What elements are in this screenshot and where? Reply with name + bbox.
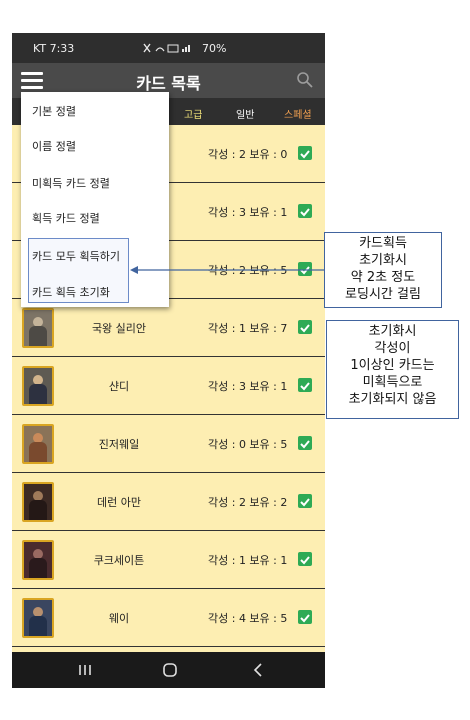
card-portrait xyxy=(22,540,54,580)
card-name: 진저웨일 xyxy=(98,438,140,451)
card-stat: 각성 : 4 보유 : 5 xyxy=(208,612,288,625)
callout-line: 카드획득 xyxy=(359,236,407,251)
card-name: 쿠크세이튼 xyxy=(93,554,145,567)
callout-line: 각성이 xyxy=(374,341,411,356)
checkbox-checked-icon[interactable] xyxy=(298,436,312,450)
checkbox-checked-icon[interactable] xyxy=(298,204,312,218)
status-icons xyxy=(142,42,194,57)
card-stat: 각성 : 3 보유 : 1 xyxy=(208,206,288,219)
checkbox-checked-icon[interactable] xyxy=(298,552,312,566)
card-row[interactable]: 웨이 각성 : 4 보유 : 5 xyxy=(12,589,325,647)
card-stat: 각성 : 0 보유 : 5 xyxy=(208,438,288,451)
callout-line: 초기화시 xyxy=(368,324,417,339)
card-name: 샨디 xyxy=(108,380,130,393)
callout-line: 미획득으로 xyxy=(362,375,423,390)
phone-screen: KT 7:33 70% 카드 목록 고급 일반 스페셜 각성: 2 보유: … xyxy=(12,33,325,688)
menu-item-default-sort[interactable]: 기본 정렬 xyxy=(32,103,76,119)
checkbox-checked-icon[interactable] xyxy=(298,610,312,624)
card-portrait xyxy=(22,366,54,406)
card-name: 데런 아만 xyxy=(97,496,141,509)
tab-normal[interactable]: 일반 xyxy=(236,106,254,121)
card-portrait xyxy=(22,424,54,464)
menu-item-reset-acquisition[interactable]: 카드 획득 초기화 xyxy=(32,284,110,300)
annotation-arrow xyxy=(130,266,328,274)
card-stat: 각성 : 3 보유 : 1 xyxy=(208,380,288,393)
callout-line: 약 2초 정도 xyxy=(350,270,416,285)
card-row[interactable]: 쿠크세이튼 각성 : 1 보유 : 1 xyxy=(12,531,325,589)
card-stat: 각성 : 1 보유 : 1 xyxy=(208,554,288,567)
annotation-callout-loading: 카드획득 초기화시 약 2초 정도 로딩시간 걸림 xyxy=(324,232,442,308)
tab-advanced[interactable]: 고급 xyxy=(184,106,202,121)
card-portrait xyxy=(22,482,54,522)
card-row[interactable]: 샨디 각성 : 3 보유 : 1 xyxy=(12,357,325,415)
checkbox-checked-icon[interactable] xyxy=(298,494,312,508)
recent-apps-icon[interactable] xyxy=(75,660,95,680)
callout-line: 로딩시간 걸림 xyxy=(345,287,421,302)
card-stat: 각성 : 1 보유 : 7 xyxy=(208,322,288,335)
system-nav-bar xyxy=(12,652,325,688)
card-row[interactable]: 국왕 실리안 각성 : 1 보유 : 7 xyxy=(12,299,325,357)
menu-item-acquired-sort[interactable]: 획득 카드 정렬 xyxy=(32,210,100,226)
card-stat: 각성 : 2 보유 : 2 xyxy=(208,496,288,509)
page-title: 카드 목록 xyxy=(136,74,201,93)
menu-item-unacquired-sort[interactable]: 미획득 카드 정렬 xyxy=(32,175,110,191)
search-icon[interactable] xyxy=(295,70,315,90)
menu-item-acquire-all[interactable]: 카드 모두 획득하기 xyxy=(32,248,120,264)
card-name: 국왕 실리안 xyxy=(91,322,147,335)
checkbox-checked-icon[interactable] xyxy=(298,378,312,392)
checkbox-checked-icon[interactable] xyxy=(298,146,312,160)
callout-line: 초기화되지 않음 xyxy=(348,392,437,407)
card-row[interactable]: 데런 아만 각성 : 2 보유 : 2 xyxy=(12,473,325,531)
tab-special[interactable]: 스페셜 xyxy=(284,106,312,121)
menu-item-name-sort[interactable]: 이름 정렬 xyxy=(32,138,76,154)
carrier-time: KT 7:33 xyxy=(33,42,75,55)
battery-level: 70% xyxy=(202,42,227,55)
home-icon[interactable] xyxy=(160,660,180,680)
card-portrait xyxy=(22,598,54,638)
card-stat: 각성 : 2 보유 : 0 xyxy=(208,148,288,161)
checkbox-checked-icon[interactable] xyxy=(298,320,312,334)
back-icon[interactable] xyxy=(248,660,268,680)
status-bar: KT 7:33 70% xyxy=(12,33,325,63)
card-name: 웨이 xyxy=(108,612,130,625)
callout-line: 초기화시 xyxy=(359,253,407,268)
card-portrait xyxy=(22,308,54,348)
annotation-callout-reset-rule: 초기화시 각성이 1이상인 카드는 미획득으로 초기화되지 않음 xyxy=(326,320,459,419)
callout-line: 1이상인 카드는 xyxy=(350,358,435,373)
card-row[interactable]: 진저웨일 각성 : 0 보유 : 5 xyxy=(12,415,325,473)
